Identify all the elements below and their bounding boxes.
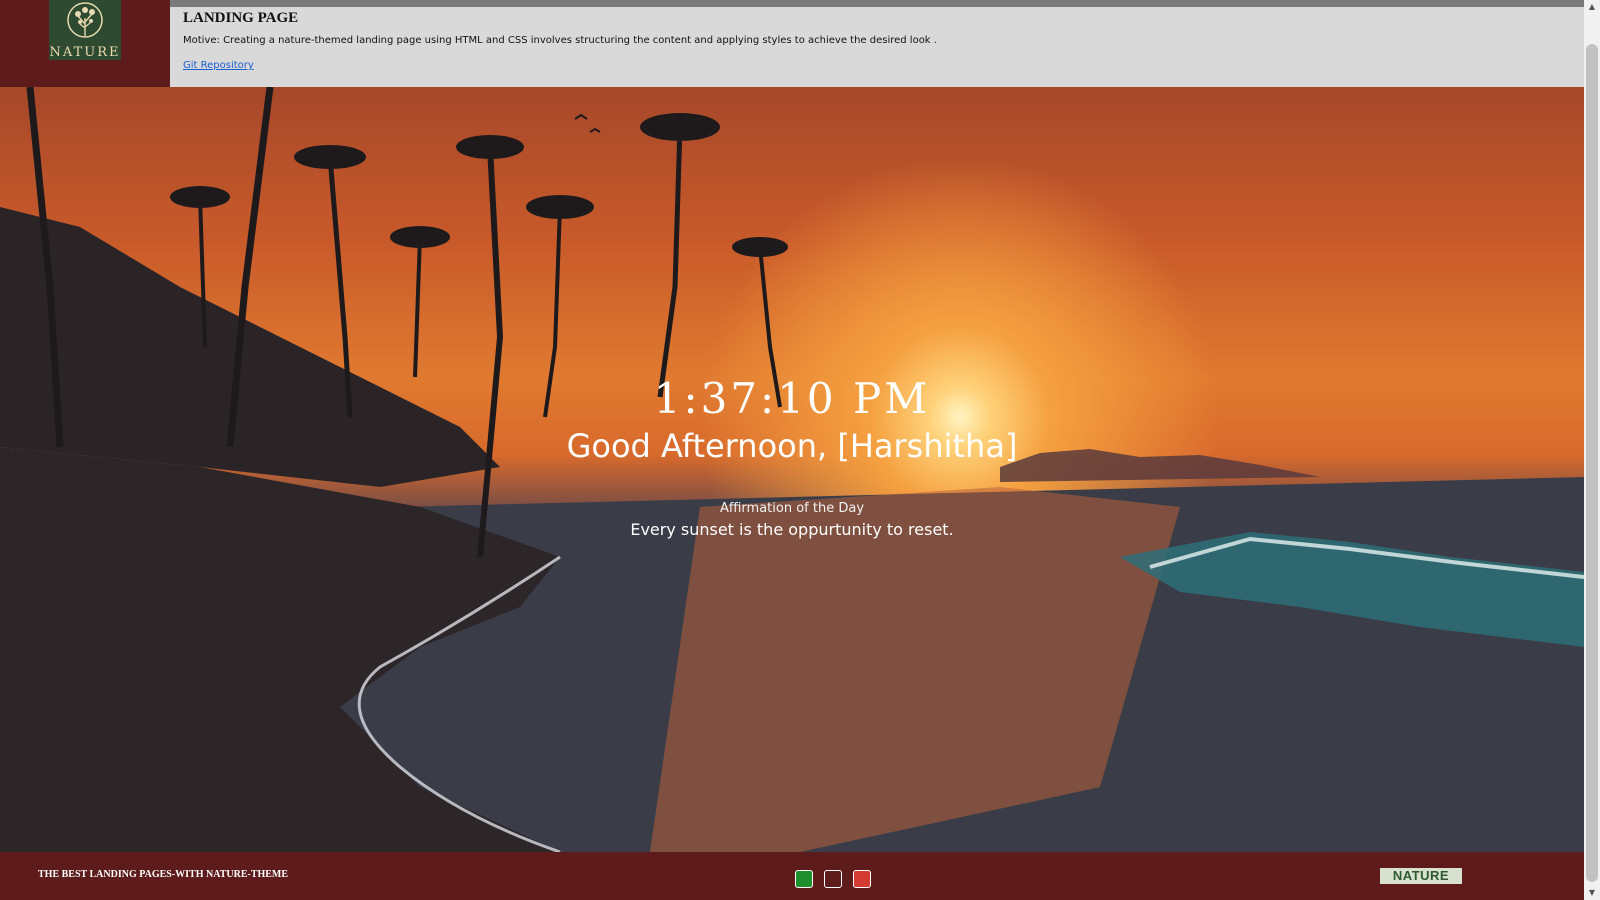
- nature-logo[interactable]: NATURE: [49, 0, 121, 60]
- scrollbar[interactable]: ▲ ▼: [1584, 0, 1600, 900]
- clock: 1:37:10 PM: [653, 374, 931, 423]
- affirmation-text: Every sunset is the oppurtunity to reset…: [630, 520, 954, 539]
- affirmation-label: Affirmation of the Day: [719, 501, 865, 516]
- theme-swatch-green[interactable]: [795, 870, 813, 888]
- hero-content: 1:37:10 PM Good Afternoon, [Harshitha] A…: [0, 374, 1584, 539]
- logo-panel: NATURE: [0, 0, 170, 87]
- info-panel: LANDING PAGE Motive: Creating a nature-t…: [170, 7, 1584, 87]
- scroll-up-arrow-icon[interactable]: ▲: [1584, 0, 1600, 14]
- logo-text: NATURE: [49, 45, 121, 60]
- top-bar: [170, 0, 1584, 7]
- footer: THE BEST LANDING PAGES-WITH NATURE-THEME…: [0, 852, 1584, 900]
- tree-icon: [67, 2, 103, 38]
- motive-text: Motive: Creating a nature-themed landing…: [183, 35, 937, 46]
- git-repository-link[interactable]: Git Repository: [183, 60, 254, 71]
- greeting: Good Afternoon, [Harshitha]: [566, 427, 1018, 465]
- footer-logo: NATURE: [1380, 868, 1462, 884]
- theme-swatch-red[interactable]: [853, 870, 871, 888]
- footer-tagline: THE BEST LANDING PAGES-WITH NATURE-THEME: [38, 869, 289, 880]
- scroll-thumb[interactable]: [1586, 44, 1598, 882]
- scroll-down-arrow-icon[interactable]: ▼: [1584, 886, 1600, 900]
- page-title: LANDING PAGE: [183, 10, 299, 26]
- theme-swatch-dark[interactable]: [824, 870, 842, 888]
- hero-section: 1:37:10 PM Good Afternoon, [Harshitha] A…: [0, 87, 1584, 852]
